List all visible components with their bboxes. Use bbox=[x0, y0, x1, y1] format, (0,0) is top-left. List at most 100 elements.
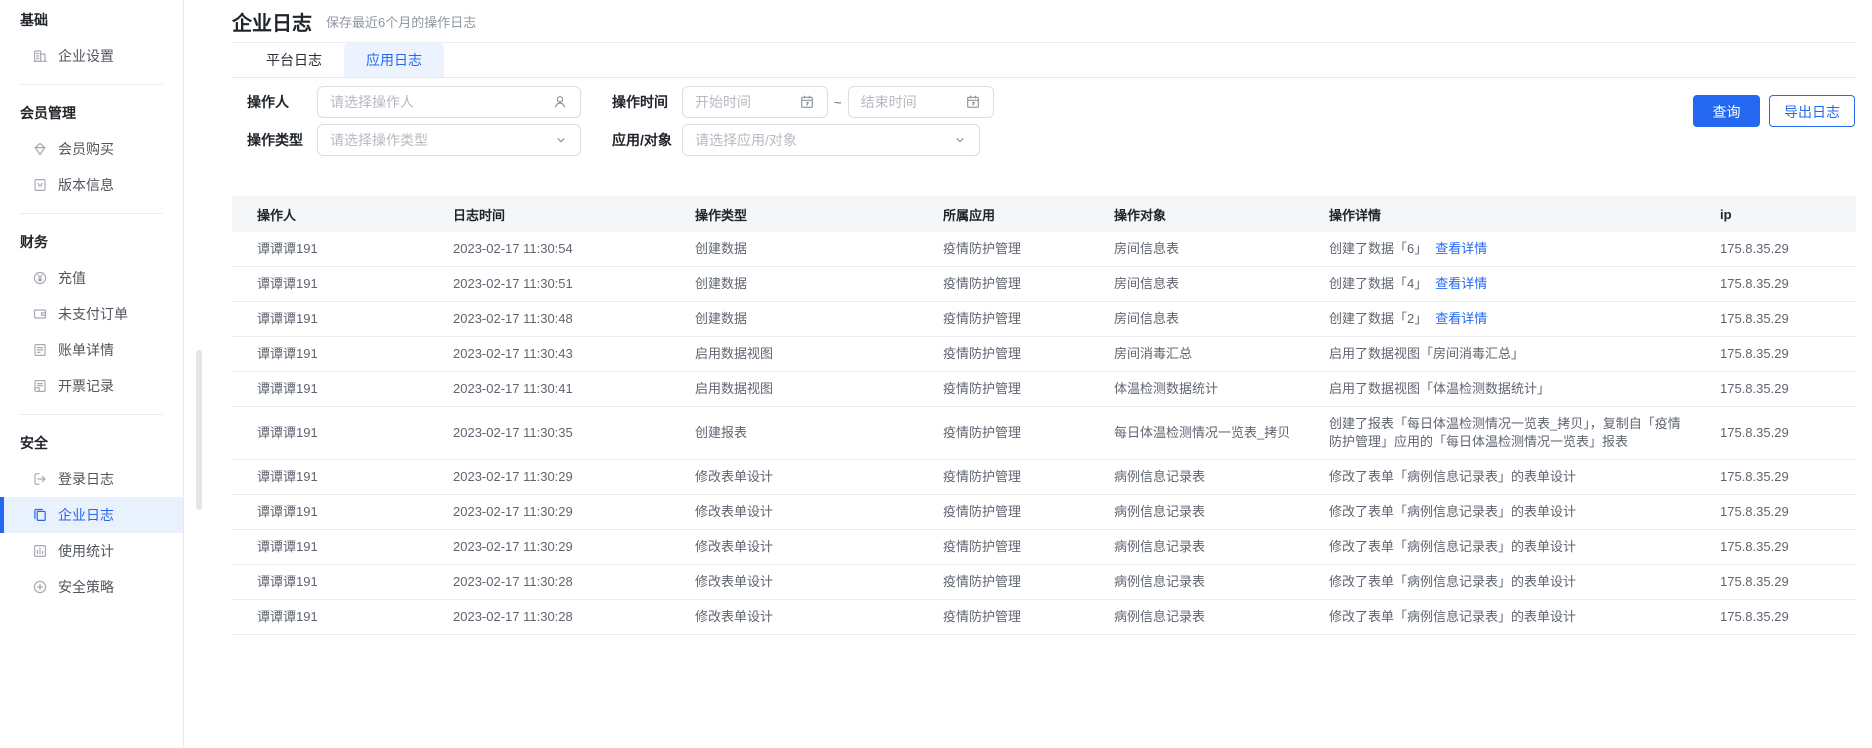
table-row: 谭谭谭1912023-02-17 11:30:29修改表单设计疫情防护管理病例信… bbox=[232, 530, 1856, 565]
cell-app: 疫情防护管理 bbox=[927, 337, 1098, 372]
diamond-icon bbox=[32, 141, 48, 157]
sidebar-item-wallet[interactable]: 未支付订单 bbox=[0, 296, 183, 332]
filter-row-1: 操作人 请选择操作人 操作时间 开始时间 ~ 结束时间 bbox=[232, 86, 1856, 118]
table-header-row: 操作人日志时间操作类型所属应用操作对象操作详情ip bbox=[232, 196, 1856, 232]
time-label: 操作时间 bbox=[597, 92, 682, 112]
sidebar-item-label: 会员购买 bbox=[58, 139, 114, 159]
column-header: 操作对象 bbox=[1098, 196, 1313, 232]
cell-ip: 175.8.35.29 bbox=[1704, 302, 1856, 337]
sidebar-item-org[interactable]: 企业设置 bbox=[0, 38, 183, 74]
sidebar-item-enterprise-log[interactable]: 企业日志 bbox=[0, 497, 183, 533]
sidebar-item-security-policy[interactable]: 安全策略 bbox=[0, 569, 183, 605]
cell-detail: 修改了表单「病例信息记录表」的表单设计 bbox=[1313, 565, 1704, 600]
app-object-select[interactable]: 请选择应用/对象 bbox=[682, 124, 980, 156]
cell-type: 修改表单设计 bbox=[679, 460, 927, 495]
column-header: 日志时间 bbox=[437, 196, 679, 232]
cell-detail: 修改了表单「病例信息记录表」的表单设计 bbox=[1313, 600, 1704, 635]
detail-text: 创建了数据「4」 bbox=[1329, 276, 1427, 291]
detail-text: 修改了表单「病例信息记录表」的表单设计 bbox=[1329, 539, 1576, 554]
sidebar-scrollbar-thumb[interactable] bbox=[196, 350, 202, 510]
table-row: 谭谭谭1912023-02-17 11:30:54创建数据疫情防护管理房间信息表… bbox=[232, 232, 1856, 267]
cell-object: 体温检测数据统计 bbox=[1098, 372, 1313, 407]
sidebar-item-diamond[interactable]: 会员购买 bbox=[0, 131, 183, 167]
cell-app: 疫情防护管理 bbox=[927, 495, 1098, 530]
cell-detail: 创建了报表「每日体温检测情况一览表_拷贝」，复制自「疫情防护管理」应用的「每日体… bbox=[1313, 407, 1704, 460]
sidebar: 基础企业设置会员管理会员购买版本信息财务充值未支付订单账单详情开票记录安全登录日… bbox=[0, 0, 184, 748]
sidebar-section-title: 财务 bbox=[0, 224, 183, 260]
view-detail-link[interactable]: 查看详情 bbox=[1435, 311, 1487, 326]
filter-buttons: 查询 导出日志 bbox=[1693, 95, 1855, 127]
cell-object: 病例信息记录表 bbox=[1098, 600, 1313, 635]
cell-object: 病例信息记录表 bbox=[1098, 495, 1313, 530]
sidebar-divider bbox=[20, 84, 163, 85]
view-detail-link[interactable]: 查看详情 bbox=[1435, 241, 1487, 256]
cell-ip: 175.8.35.29 bbox=[1704, 530, 1856, 565]
sidebar-item-label: 企业设置 bbox=[58, 46, 114, 66]
wallet-icon bbox=[32, 306, 48, 322]
start-time-input[interactable]: 开始时间 bbox=[682, 86, 828, 118]
cell-object: 病例信息记录表 bbox=[1098, 565, 1313, 600]
cell-type: 修改表单设计 bbox=[679, 565, 927, 600]
cell-ip: 175.8.35.29 bbox=[1704, 232, 1856, 267]
cell-app: 疫情防护管理 bbox=[927, 565, 1098, 600]
cell-app: 疫情防护管理 bbox=[927, 372, 1098, 407]
table-row: 谭谭谭1912023-02-17 11:30:29修改表单设计疫情防护管理病例信… bbox=[232, 460, 1856, 495]
person-icon bbox=[552, 94, 568, 110]
cell-time: 2023-02-17 11:30:28 bbox=[437, 565, 679, 600]
cell-app: 疫情防护管理 bbox=[927, 267, 1098, 302]
sidebar-item-label: 未支付订单 bbox=[58, 304, 128, 324]
cell-ip: 175.8.35.29 bbox=[1704, 267, 1856, 302]
detail-text: 修改了表单「病例信息记录表」的表单设计 bbox=[1329, 609, 1576, 624]
sidebar-section-title: 安全 bbox=[0, 425, 183, 461]
sidebar-item-login-log[interactable]: 登录日志 bbox=[0, 461, 183, 497]
operator-input[interactable]: 请选择操作人 bbox=[317, 86, 581, 118]
calendar-icon bbox=[965, 94, 981, 110]
cell-operator: 谭谭谭191 bbox=[232, 267, 437, 302]
end-time-input[interactable]: 结束时间 bbox=[848, 86, 994, 118]
view-detail-link[interactable]: 查看详情 bbox=[1435, 276, 1487, 291]
page-subtitle: 保存最近6个月的操作日志 bbox=[326, 12, 476, 31]
column-header: 操作人 bbox=[232, 196, 437, 232]
table-row: 谭谭谭1912023-02-17 11:30:51创建数据疫情防护管理房间信息表… bbox=[232, 267, 1856, 302]
export-log-button[interactable]: 导出日志 bbox=[1769, 95, 1855, 127]
sidebar-item-label: 使用统计 bbox=[58, 541, 114, 561]
cell-type: 创建数据 bbox=[679, 232, 927, 267]
cell-time: 2023-02-17 11:30:48 bbox=[437, 302, 679, 337]
sidebar-item-invoice[interactable]: 开票记录 bbox=[0, 368, 183, 404]
cell-type: 创建数据 bbox=[679, 267, 927, 302]
cell-operator: 谭谭谭191 bbox=[232, 337, 437, 372]
cell-operator: 谭谭谭191 bbox=[232, 600, 437, 635]
sidebar-item-bill[interactable]: 账单详情 bbox=[0, 332, 183, 368]
sidebar-divider bbox=[20, 414, 163, 415]
sidebar-item-label: 企业日志 bbox=[58, 505, 114, 525]
sidebar-item-label: 登录日志 bbox=[58, 469, 114, 489]
sidebar-item-label: 安全策略 bbox=[58, 577, 114, 597]
cell-time: 2023-02-17 11:30:54 bbox=[437, 232, 679, 267]
cell-time: 2023-02-17 11:30:29 bbox=[437, 530, 679, 565]
sidebar-item-version[interactable]: 版本信息 bbox=[0, 167, 183, 203]
tab-app-log[interactable]: 应用日志 bbox=[344, 43, 444, 77]
table-row: 谭谭谭1912023-02-17 11:30:48创建数据疫情防护管理房间信息表… bbox=[232, 302, 1856, 337]
sidebar-item-stats[interactable]: 使用统计 bbox=[0, 533, 183, 569]
cell-type: 修改表单设计 bbox=[679, 600, 927, 635]
tab-platform-log[interactable]: 平台日志 bbox=[244, 43, 344, 77]
cell-operator: 谭谭谭191 bbox=[232, 232, 437, 267]
operation-type-select[interactable]: 请选择操作类型 bbox=[317, 124, 581, 156]
operation-type-label: 操作类型 bbox=[232, 130, 317, 150]
sidebar-section-title: 会员管理 bbox=[0, 95, 183, 131]
sidebar-item-recharge[interactable]: 充值 bbox=[0, 260, 183, 296]
cell-operator: 谭谭谭191 bbox=[232, 302, 437, 337]
cell-time: 2023-02-17 11:30:29 bbox=[437, 460, 679, 495]
cell-operator: 谭谭谭191 bbox=[232, 495, 437, 530]
column-header: 操作类型 bbox=[679, 196, 927, 232]
cell-detail: 启用了数据视图「体温检测数据统计」 bbox=[1313, 372, 1704, 407]
recharge-icon bbox=[32, 270, 48, 286]
cell-ip: 175.8.35.29 bbox=[1704, 372, 1856, 407]
column-header: ip bbox=[1704, 196, 1856, 232]
search-button[interactable]: 查询 bbox=[1693, 95, 1760, 127]
detail-text: 创建了报表「每日体温检测情况一览表_拷贝」，复制自「疫情防护管理」应用的「每日体… bbox=[1329, 416, 1681, 449]
cell-app: 疫情防护管理 bbox=[927, 460, 1098, 495]
cell-detail: 修改了表单「病例信息记录表」的表单设计 bbox=[1313, 460, 1704, 495]
column-header: 所属应用 bbox=[927, 196, 1098, 232]
stats-icon bbox=[32, 543, 48, 559]
